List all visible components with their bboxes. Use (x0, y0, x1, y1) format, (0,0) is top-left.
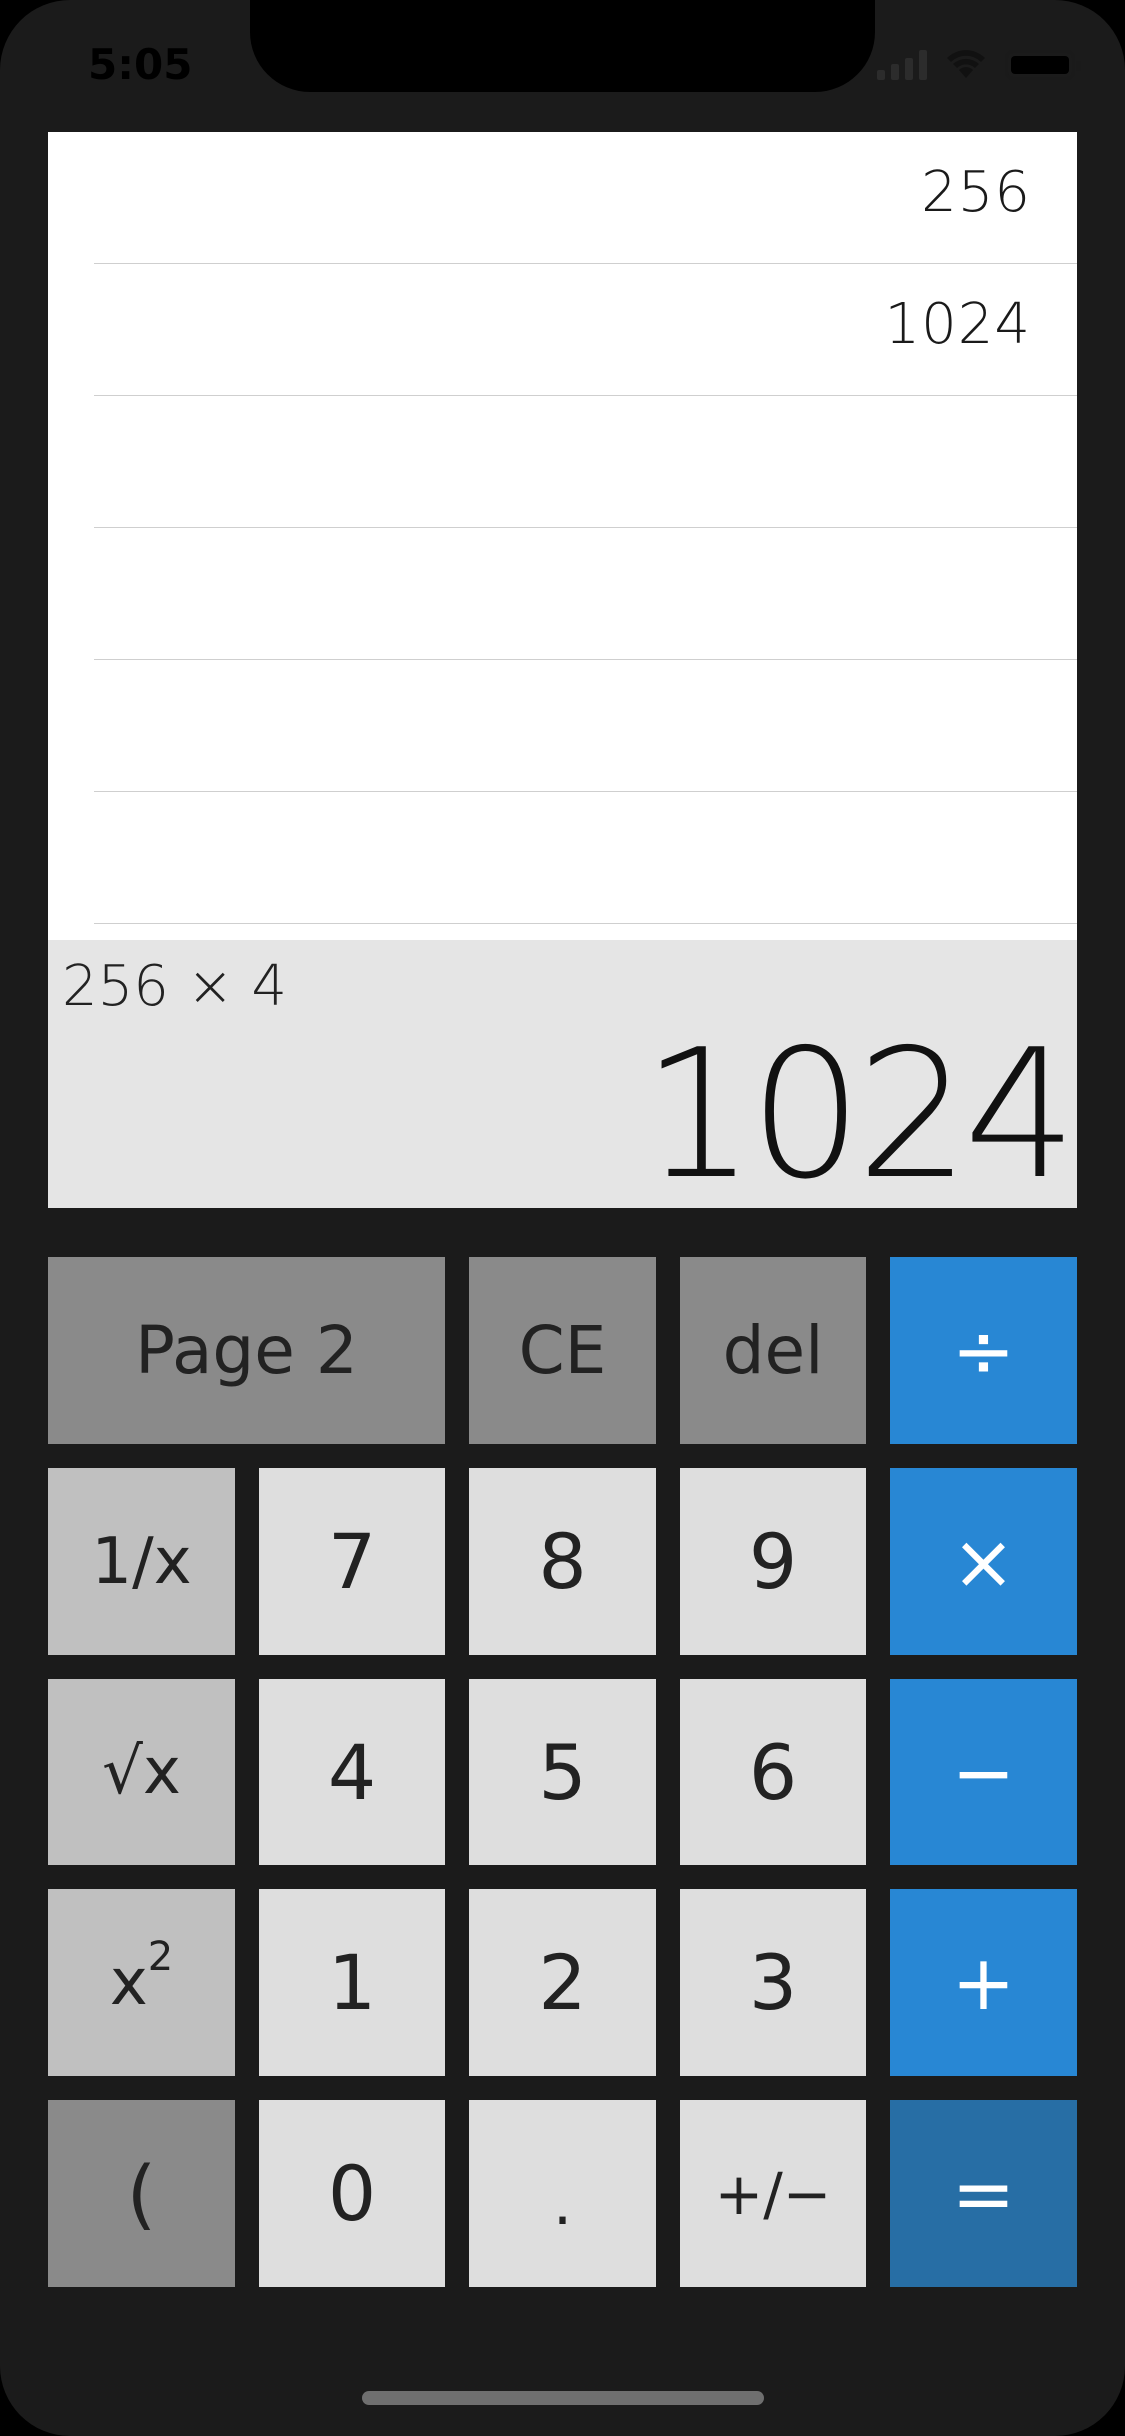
result-text: 1024 (642, 1011, 1077, 1218)
digit-5-button[interactable]: 5 (469, 1679, 656, 1865)
history-row (94, 528, 1077, 660)
clear-entry-button[interactable]: CE (469, 1257, 656, 1444)
history-row[interactable]: 1024 (94, 264, 1077, 396)
expression-text: 256 × 4 (62, 954, 288, 1019)
calculator-display: 256 × 4 1024 (48, 940, 1077, 1208)
history-value: 1024 (884, 292, 1031, 357)
decimal-button[interactable]: . (469, 2100, 656, 2287)
history-tape[interactable]: 256 1024 (48, 132, 1077, 940)
square-base: x (109, 1945, 148, 2020)
square-exponent: 2 (147, 1933, 174, 1980)
negate-button[interactable]: +/− (680, 2100, 866, 2287)
square-button[interactable]: x2 (48, 1889, 235, 2076)
notch (250, 0, 875, 92)
cellular-signal-icon (877, 50, 927, 80)
square-root-button[interactable]: √x (48, 1679, 235, 1865)
digit-0-button[interactable]: 0 (259, 2100, 445, 2287)
device-frame: 5:05 256 1024 256 × 4 1024 Page 2 CE del… (0, 0, 1125, 2436)
history-value: 256 (921, 160, 1031, 225)
multiply-button[interactable]: × (890, 1468, 1077, 1655)
digit-8-button[interactable]: 8 (469, 1468, 656, 1655)
subtract-button[interactable]: − (890, 1679, 1077, 1865)
digit-1-button[interactable]: 1 (259, 1889, 445, 2076)
digit-6-button[interactable]: 6 (680, 1679, 866, 1865)
history-row (94, 792, 1077, 924)
battery-icon (1005, 50, 1081, 80)
history-row (94, 396, 1077, 528)
wifi-icon (947, 50, 985, 78)
digit-2-button[interactable]: 2 (469, 1889, 656, 2076)
digit-7-button[interactable]: 7 (259, 1468, 445, 1655)
status-icons (877, 48, 1081, 80)
parenthesis-button[interactable]: ( (48, 2100, 235, 2287)
digit-9-button[interactable]: 9 (680, 1468, 866, 1655)
status-time: 5:05 (88, 40, 193, 89)
home-indicator[interactable] (362, 2391, 764, 2405)
divide-button[interactable]: ÷ (890, 1257, 1077, 1444)
equals-button[interactable]: = (890, 2100, 1077, 2287)
digit-3-button[interactable]: 3 (680, 1889, 866, 2076)
page-2-button[interactable]: Page 2 (48, 1257, 445, 1444)
delete-button[interactable]: del (680, 1257, 866, 1444)
reciprocal-button[interactable]: 1/x (48, 1468, 235, 1655)
history-row (94, 660, 1077, 792)
digit-4-button[interactable]: 4 (259, 1679, 445, 1865)
add-button[interactable]: + (890, 1889, 1077, 2076)
history-row[interactable]: 256 (94, 132, 1077, 264)
